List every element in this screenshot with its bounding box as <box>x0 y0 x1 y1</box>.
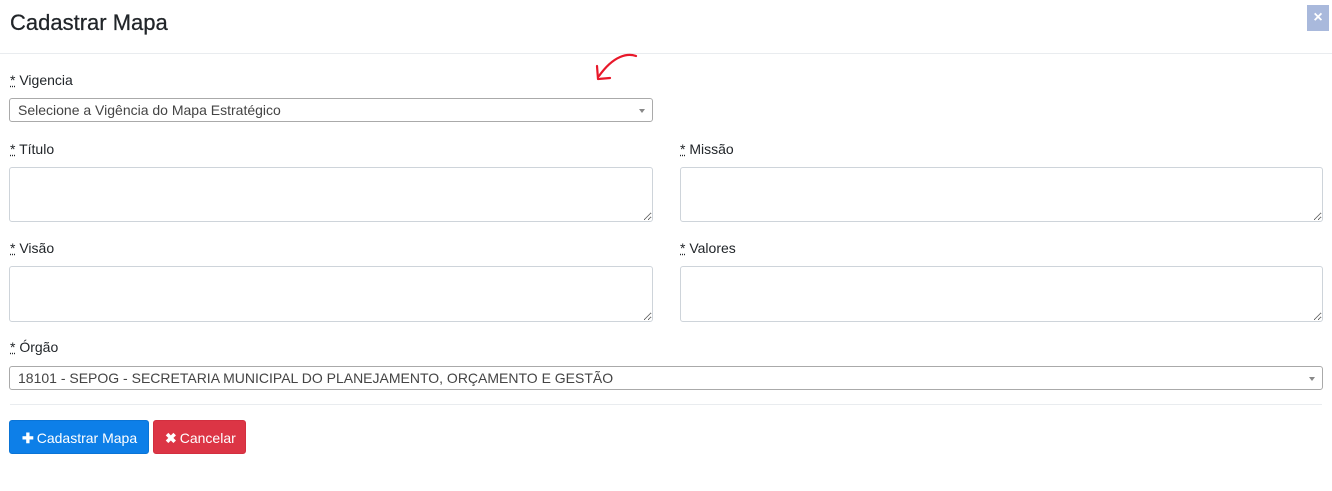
footer-divider <box>10 404 1322 405</box>
orgao-select[interactable]: 18101 - SEPOG - SECRETARIA MUNICIPAL DO … <box>9 366 1323 390</box>
vigencia-selected-value: Selecione a Vigência do Mapa Estratégico <box>18 102 281 118</box>
valores-label-text: Valores <box>689 240 736 256</box>
cadastrar-mapa-button[interactable]: ✚ Cadastrar Mapa <box>9 420 149 454</box>
chevron-down-icon <box>639 109 645 113</box>
cadastrar-mapa-label: Cadastrar Mapa <box>36 430 138 446</box>
chevron-down-icon <box>1309 377 1315 381</box>
plus-icon: ✚ <box>22 430 34 446</box>
vigencia-label: * Vigencia <box>10 72 73 88</box>
modal-title: Cadastrar Mapa <box>10 10 168 35</box>
missao-textarea[interactable] <box>680 167 1323 222</box>
cancel-label: Cancelar <box>179 430 236 446</box>
required-marker: * <box>10 240 16 256</box>
close-icon: × <box>1313 9 1323 26</box>
titulo-label-text: Título <box>19 141 55 157</box>
times-icon: ✖ <box>165 430 177 446</box>
required-marker: * <box>10 72 16 88</box>
close-button[interactable]: × <box>1307 5 1329 31</box>
required-marker: * <box>10 141 16 157</box>
visao-label: * Visão <box>10 240 54 256</box>
modal-header: Cadastrar Mapa × <box>0 0 1332 54</box>
orgao-selected-value: 18101 - SEPOG - SECRETARIA MUNICIPAL DO … <box>18 370 614 386</box>
visao-label-text: Visão <box>19 240 55 256</box>
cancel-button[interactable]: ✖ Cancelar <box>153 420 246 454</box>
red-arrow-annotation <box>595 53 638 81</box>
vigencia-select[interactable]: Selecione a Vigência do Mapa Estratégico <box>9 98 653 122</box>
orgao-label: * Órgão <box>10 339 58 355</box>
missao-label-text: Missão <box>689 141 734 157</box>
visao-textarea[interactable] <box>9 266 653 322</box>
valores-label: * Valores <box>680 240 736 256</box>
valores-textarea[interactable] <box>680 266 1323 322</box>
missao-label: * Missão <box>680 141 734 157</box>
vigencia-label-text: Vigencia <box>19 72 73 88</box>
required-marker: * <box>680 141 686 157</box>
titulo-label: * Título <box>10 141 54 157</box>
titulo-textarea[interactable] <box>9 167 653 222</box>
required-marker: * <box>10 339 16 355</box>
required-marker: * <box>680 240 686 256</box>
orgao-label-text: Órgão <box>19 339 59 355</box>
